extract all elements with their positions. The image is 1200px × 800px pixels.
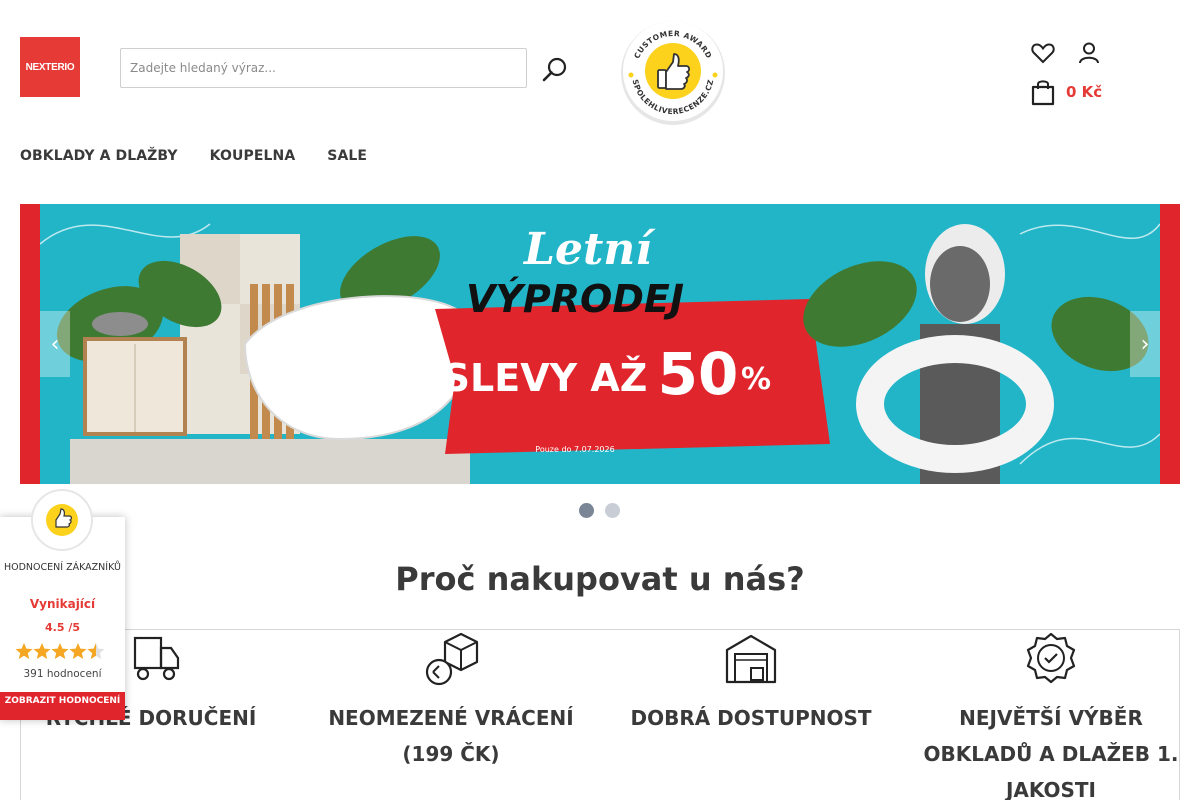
feature-label: DOBRÁ DOSTUPNOST: [630, 706, 872, 730]
rating-word: Vynikající: [29, 597, 96, 611]
feature-selection: NEJVĚTŠÍ VÝBĚR OBKLADŮ A DLAŽEB 1. JAKOS…: [921, 630, 1181, 800]
rating-title: HODNOCENÍ ZÁKAZNÍKŮ: [4, 562, 121, 573]
quality-badge-icon: [1026, 632, 1076, 684]
shopping-bag-icon: [1031, 80, 1055, 106]
return-box-icon: [425, 632, 479, 686]
star-icon: [51, 643, 69, 659]
half-star-icon: [87, 643, 105, 659]
nav-item-koupelna[interactable]: KOUPELNA: [210, 148, 296, 164]
rating-count: 391 hodnocení: [23, 668, 102, 680]
banner-discount-label: SLEVY AŽ: [443, 356, 648, 400]
search-icon: [542, 57, 567, 82]
banner-note: Pouze do 7.07.2026: [535, 445, 614, 454]
slider-dots: [579, 503, 620, 518]
feature-label: NEJVĚTŠÍ VÝBĚR OBKLADŮ A DLAŽEB 1. JAKOS…: [923, 706, 1179, 800]
feature-returns: NEOMEZENÉ VRÁCENÍ (199 ČK): [321, 630, 581, 772]
star-icon: [33, 643, 51, 659]
banner-next-button[interactable]: ›: [1130, 311, 1160, 377]
cart-button[interactable]: 0 Kč: [1030, 78, 1102, 106]
customer-award-badge[interactable]: CUSTOMER AWARD SPOLEHLIVERECENZE.CZ: [618, 18, 728, 128]
search-input[interactable]: [121, 49, 526, 87]
rating-scale: /5: [68, 621, 80, 634]
rating-stars: [15, 643, 105, 659]
slider-dot-2[interactable]: [605, 503, 620, 518]
search-button[interactable]: [540, 55, 570, 85]
banner-script-title: Letní: [522, 224, 656, 275]
main-nav: OBKLADY A DLAŽBY KOUPELNA SALE: [20, 148, 399, 164]
features-panel: RYCHLÉ DORUČENÍ NEOMEZENÉ VRÁCENÍ (199 Č…: [20, 629, 1180, 800]
account-button[interactable]: [1076, 40, 1102, 66]
rating-score: 4.5 /5: [0, 621, 125, 634]
show-ratings-button[interactable]: ZOBRAZIT HODNOCENÍ: [0, 692, 125, 720]
delivery-truck-icon: [133, 636, 180, 681]
award-badge-icon: [31, 489, 93, 551]
banner-discount-value: 50: [658, 340, 739, 408]
wishlist-button[interactable]: [1030, 40, 1056, 66]
star-icon: [15, 643, 33, 659]
customer-rating-widget[interactable]: HODNOCENÍ ZÁKAZNÍKŮ Vynikající 4.5 /5 39…: [0, 489, 125, 720]
cart-amount: 0 Kč: [1066, 83, 1103, 101]
slider-dot-1[interactable]: [579, 503, 594, 518]
chevron-right-icon: ›: [1140, 331, 1150, 357]
logo-text: NEXTERIO: [25, 61, 75, 73]
rating-score-value: 4.5: [44, 621, 65, 634]
nexterio-logo[interactable]: NEXTERIO: [20, 37, 80, 97]
banner-title: VÝPRODEJ: [466, 277, 684, 321]
feature-availability: DOBRÁ DOSTUPNOST: [621, 630, 881, 736]
nav-item-obklady-a-dlazby[interactable]: OBKLADY A DLAŽBY: [20, 148, 178, 164]
feature-label: NEOMEZENÉ VRÁCENÍ (199 ČK): [328, 706, 574, 766]
banner-prev-button[interactable]: ‹: [40, 311, 70, 377]
nav-item-sale[interactable]: SALE: [327, 148, 367, 164]
heart-icon: [1031, 43, 1055, 64]
star-icon: [69, 643, 87, 659]
user-icon: [1079, 42, 1099, 64]
promo-banner-image: Letní VÝPRODEJ SLEVY AŽ 50 % Pouze do 7.…: [40, 204, 1160, 484]
search-box: [120, 48, 527, 88]
why-us-title: Proč nakupovat u nás?: [395, 560, 805, 598]
promo-banner[interactable]: Letní VÝPRODEJ SLEVY AŽ 50 % Pouze do 7.…: [20, 204, 1180, 484]
chevron-left-icon: ‹: [50, 331, 60, 357]
warehouse-icon: [725, 634, 777, 684]
banner-percent: %: [741, 362, 771, 397]
